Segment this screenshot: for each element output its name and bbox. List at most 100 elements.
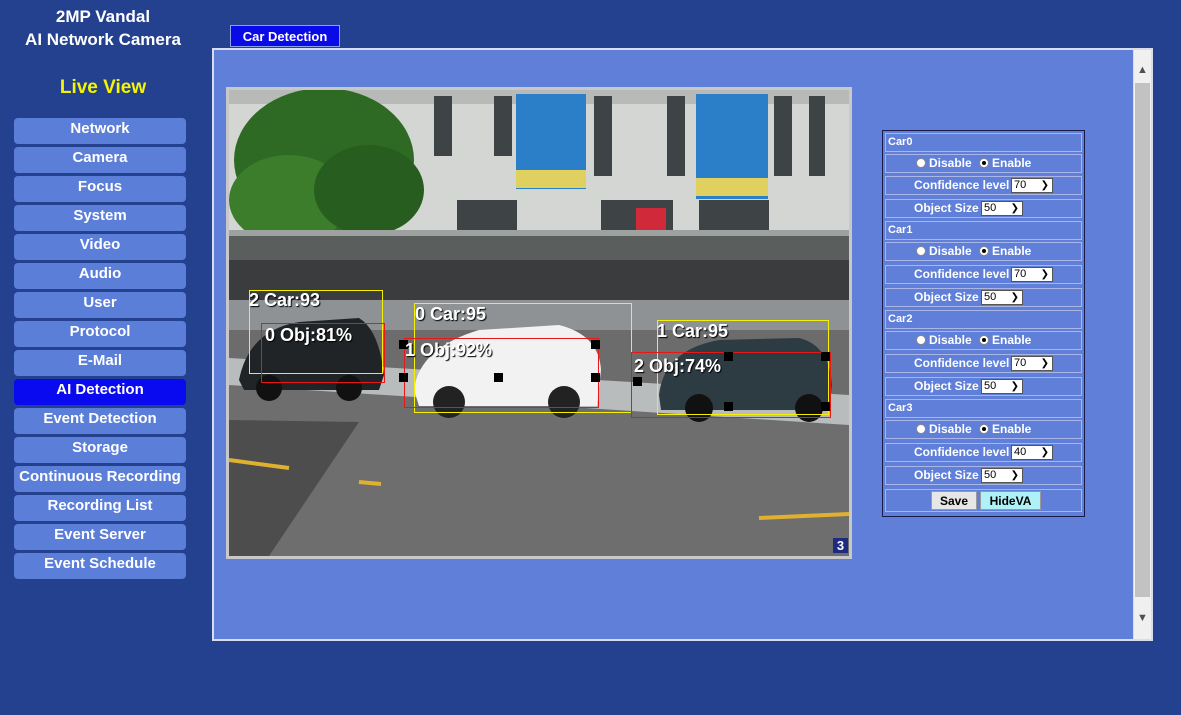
handle-marker — [724, 352, 733, 361]
car0-confidence-value: 70 — [1014, 179, 1027, 191]
car3-enable-radio[interactable] — [979, 424, 989, 434]
menu-event-schedule[interactable]: Event Schedule — [14, 553, 186, 579]
chevron-down-icon: ❯ — [1040, 358, 1049, 369]
car-detection-settings: Car0 Disable Enable Confidence level 70 ❯… — [882, 130, 1085, 517]
car3-enable-label: Enable — [992, 422, 1032, 436]
menu-protocol[interactable]: Protocol — [14, 321, 186, 347]
car0-enable-radio[interactable] — [979, 158, 989, 168]
menu-video[interactable]: Video — [14, 234, 186, 260]
menu-ai-detection[interactable]: AI Detection — [14, 379, 186, 405]
chevron-down-icon: ❯ — [1010, 381, 1019, 392]
chevron-down-icon: ❯ — [1040, 269, 1049, 280]
car3-size-value: 50 — [984, 469, 997, 481]
menu-network[interactable]: Network — [14, 118, 186, 144]
car1-enable-option[interactable]: Enable — [979, 243, 1031, 260]
obj-label-1: 1 Obj:92% — [405, 340, 493, 360]
chevron-down-icon: ❯ — [1040, 447, 1049, 458]
handle-marker — [591, 373, 600, 382]
menu-focus[interactable]: Focus — [14, 176, 186, 202]
car3-confidence-select[interactable]: 40 ❯ — [1011, 445, 1053, 460]
car3-enable-option[interactable]: Enable — [979, 421, 1031, 438]
menu-audio[interactable]: Audio — [14, 263, 186, 289]
menu-email[interactable]: E-Mail — [14, 350, 186, 376]
car1-header: Car1 — [885, 221, 1082, 240]
car3-header: Car3 — [885, 399, 1082, 418]
handle-marker — [399, 373, 408, 382]
car0-confidence-label: Confidence level — [914, 178, 1010, 192]
car2-size-row: Object Size 50 ❯ — [885, 377, 1082, 396]
car0-enable-option[interactable]: Enable — [979, 155, 1031, 172]
car1-confidence-label: Confidence level — [914, 267, 1010, 281]
vertical-scrollbar[interactable]: ▲ ▼ — [1133, 50, 1151, 639]
car0-size-label: Object Size — [914, 201, 979, 215]
car1-size-row: Object Size 50 ❯ — [885, 288, 1082, 307]
car3-confidence-row: Confidence level 40 ❯ — [885, 443, 1082, 462]
car3-size-select[interactable]: 50 ❯ — [981, 468, 1023, 483]
car2-enable-radio[interactable] — [979, 335, 989, 345]
brand-line-1: 2MP Vandal — [55, 7, 151, 26]
handle-marker — [724, 402, 733, 411]
chevron-down-icon: ❯ — [1010, 203, 1019, 214]
car2-enable-option[interactable]: Enable — [979, 332, 1031, 349]
car2-disable-radio[interactable] — [916, 335, 926, 345]
brand-line-2: AI Network Camera — [25, 30, 181, 49]
tab-car-detection[interactable]: Car Detection — [230, 25, 340, 47]
live-view-link[interactable]: Live View — [0, 77, 206, 99]
menu-storage[interactable]: Storage — [14, 437, 186, 463]
car3-disable-label: Disable — [929, 422, 972, 436]
hideva-button[interactable]: HideVA — [980, 491, 1041, 510]
car2-size-label: Object Size — [914, 379, 979, 393]
car0-disable-radio[interactable] — [916, 158, 926, 168]
menu-camera[interactable]: Camera — [14, 147, 186, 173]
menu-user[interactable]: User — [14, 292, 186, 318]
car2-confidence-row: Confidence level 70 ❯ — [885, 354, 1082, 373]
car0-confidence-select[interactable]: 70 ❯ — [1011, 178, 1053, 193]
car2-disable-label: Disable — [929, 333, 972, 347]
car0-size-select[interactable]: 50 ❯ — [981, 201, 1023, 216]
scroll-thumb[interactable] — [1135, 83, 1150, 597]
car1-size-label: Object Size — [914, 290, 979, 304]
menu-event-server[interactable]: Event Server — [14, 524, 186, 550]
save-button[interactable]: Save — [931, 491, 977, 510]
brand: 2MP Vandal AI Network Camera — [0, 6, 206, 52]
menu-continuous-recording[interactable]: Continuous Recording — [14, 466, 186, 492]
car3-size-row: Object Size 50 ❯ — [885, 466, 1082, 485]
menu-event-detection[interactable]: Event Detection — [14, 408, 186, 434]
car1-confidence-value: 70 — [1014, 268, 1027, 280]
car3-confidence-value: 40 — [1014, 446, 1027, 458]
car0-disable-option[interactable]: Disable — [916, 155, 972, 172]
car1-enable-radio[interactable] — [979, 246, 989, 256]
scroll-up-icon[interactable]: ▲ — [1134, 62, 1151, 79]
car2-header: Car2 — [885, 310, 1082, 329]
menu-recording-list[interactable]: Recording List — [14, 495, 186, 521]
car1-disable-option[interactable]: Disable — [916, 243, 972, 260]
car0-header: Car0 — [885, 133, 1082, 152]
car1-disable-radio[interactable] — [916, 246, 926, 256]
car3-disable-radio[interactable] — [916, 424, 926, 434]
car2-size-select[interactable]: 50 ❯ — [981, 379, 1023, 394]
car2-confidence-select[interactable]: 70 ❯ — [1011, 356, 1053, 371]
car0-size-row: Object Size 50 ❯ — [885, 199, 1082, 218]
chevron-down-icon: ❯ — [1010, 292, 1019, 303]
chevron-down-icon: ❯ — [1040, 180, 1049, 191]
car3-disable-option[interactable]: Disable — [916, 421, 972, 438]
handle-marker — [821, 352, 830, 361]
car-label-1: 1 Car:95 — [657, 321, 729, 341]
car2-disable-option[interactable]: Disable — [916, 332, 972, 349]
car0-mode-row: Disable Enable — [885, 154, 1082, 173]
car2-size-value: 50 — [984, 380, 997, 392]
live-video-feed: 2 Car:93 0 Car:95 1 Car:95 0 Obj:81% 1 O… — [226, 87, 852, 559]
car1-size-select[interactable]: 50 ❯ — [981, 290, 1023, 305]
car1-disable-label: Disable — [929, 244, 972, 258]
car2-confidence-label: Confidence level — [914, 356, 1010, 370]
car1-confidence-select[interactable]: 70 ❯ — [1011, 267, 1053, 282]
obj-label-0: 0 Obj:81% — [265, 325, 353, 345]
menu-system[interactable]: System — [14, 205, 186, 231]
car-label-0: 0 Car:95 — [415, 304, 487, 324]
handle-marker — [494, 373, 503, 382]
scroll-down-icon[interactable]: ▼ — [1134, 610, 1151, 627]
car1-enable-label: Enable — [992, 244, 1032, 258]
car2-confidence-value: 70 — [1014, 357, 1027, 369]
handle-marker — [821, 402, 830, 411]
car0-disable-label: Disable — [929, 156, 972, 170]
